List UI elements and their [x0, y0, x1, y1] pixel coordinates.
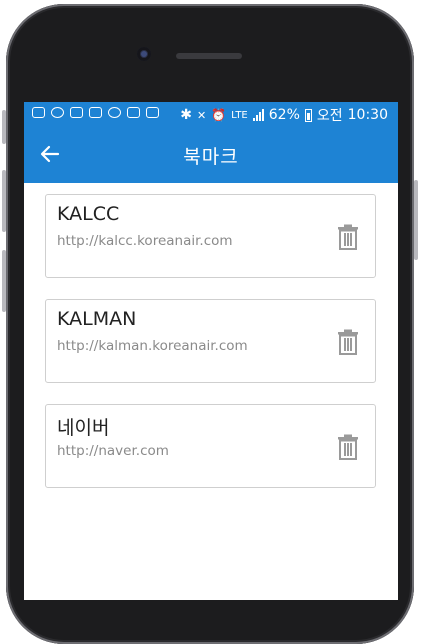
signal-icon: [252, 109, 264, 121]
voicemail-icon: [51, 107, 64, 118]
bookmark-title: KALMAN: [57, 308, 137, 330]
battery-icon: [304, 108, 312, 122]
clock: 10:30: [347, 107, 388, 123]
trash-icon[interactable]: [337, 329, 359, 355]
lte-label: LTE: [231, 109, 248, 121]
system-status: ✱ ✕ ⏰ LTE 62% 오전 10:30: [180, 105, 388, 125]
mute-switch: [2, 110, 6, 144]
mute-icon: ✕: [196, 108, 207, 122]
volume-up-button: [2, 170, 6, 232]
alarm-icon: ⏰: [211, 108, 227, 122]
bookmark-item[interactable]: KALCC http://kalcc.koreanair.com: [45, 194, 376, 278]
status-bar: ✱ ✕ ⏰ LTE 62% 오전 10:30: [24, 102, 398, 126]
time-period: 오전: [316, 108, 343, 124]
bookmark-url: http://naver.com: [57, 443, 169, 459]
bookmark-list: KALCC http://kalcc.koreanair.com KALMAN …: [45, 194, 376, 509]
battery-percent: 62%: [268, 107, 300, 123]
image-icon: [127, 107, 140, 118]
bookmark-url: http://kalcc.koreanair.com: [57, 233, 233, 249]
front-camera: [137, 47, 151, 61]
phone-frame: ✱ ✕ ⏰ LTE 62% 오전 10:30 북마크 KALCC http://…: [0, 0, 426, 644]
chat-icon: [108, 107, 121, 118]
record-icon: [89, 107, 102, 118]
bookmark-item[interactable]: KALMAN http://kalman.koreanair.com: [45, 299, 376, 383]
bookmark-url: http://kalman.koreanair.com: [57, 338, 248, 354]
mail-icon: [146, 107, 159, 118]
page-title: 북마크: [183, 146, 239, 168]
trash-icon[interactable]: [337, 434, 359, 460]
bookmark-title: KALCC: [57, 203, 120, 225]
power-button: [414, 180, 418, 260]
record-icon: [70, 107, 83, 118]
bluetooth-icon: ✱: [180, 107, 192, 123]
notification-icons: [32, 107, 159, 118]
bookmark-item[interactable]: 네이버 http://naver.com: [45, 404, 376, 488]
message-icon: [32, 107, 45, 118]
app-bar: 북마크: [24, 126, 398, 183]
volume-down-button: [2, 250, 6, 312]
earpiece-speaker: [176, 53, 242, 59]
bookmark-title: 네이버: [57, 417, 110, 439]
screen: ✱ ✕ ⏰ LTE 62% 오전 10:30 북마크 KALCC http://…: [24, 102, 398, 600]
trash-icon[interactable]: [337, 224, 359, 250]
